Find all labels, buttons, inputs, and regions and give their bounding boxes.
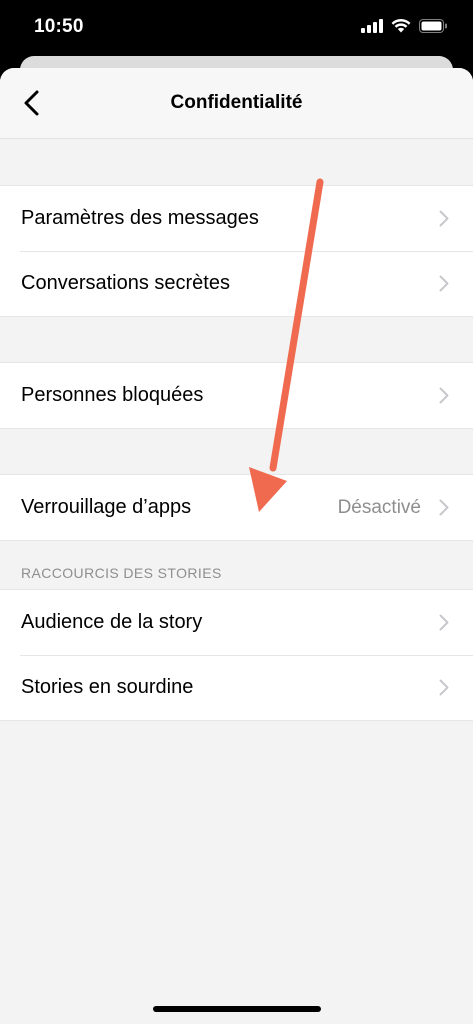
row-label: Stories en sourdine: [21, 676, 194, 698]
page-title: Confidentialité: [170, 92, 303, 113]
row-label: Paramètres des messages: [21, 207, 259, 229]
wifi-icon: [391, 18, 411, 33]
blocked-group: Personnes bloquées: [0, 362, 473, 429]
row-story-audience[interactable]: Audience de la story: [0, 590, 473, 655]
row-blocked-people[interactable]: Personnes bloquées: [0, 363, 473, 428]
privacy-screen: Confidentialité Paramètres des messages …: [0, 68, 473, 1024]
chevron-right-icon: [439, 679, 449, 696]
row-message-settings[interactable]: Paramètres des messages: [0, 186, 473, 251]
chevron-right-icon: [439, 210, 449, 227]
row-label: Conversations secrètes: [21, 272, 230, 294]
row-app-lock[interactable]: Verrouillage d’apps Désactivé: [0, 475, 473, 540]
app-lock-group: Verrouillage d’apps Désactivé: [0, 474, 473, 541]
row-label: Verrouillage d’apps: [21, 496, 192, 518]
status-icons: [361, 18, 447, 33]
cellular-signal-icon: [361, 18, 383, 33]
row-label: Audience de la story: [21, 611, 203, 633]
row-value: Désactivé: [337, 496, 421, 518]
row-muted-stories[interactable]: Stories en sourdine: [0, 655, 473, 720]
stories-group: Audience de la story Stories en sourdine: [0, 589, 473, 721]
chevron-right-icon: [439, 614, 449, 631]
row-secret-conversations[interactable]: Conversations secrètes: [0, 251, 473, 316]
status-bar: 10:50: [0, 0, 473, 60]
section-header: RACCOURCIS DES STORIES: [21, 565, 222, 581]
chevron-right-icon: [439, 499, 449, 516]
messages-group: Paramètres des messages Conversations se…: [0, 185, 473, 317]
chevron-right-icon: [439, 275, 449, 292]
chevron-right-icon: [439, 387, 449, 404]
divider: [20, 655, 473, 656]
nav-bar: Confidentialité: [0, 68, 473, 139]
row-label: Personnes bloquées: [21, 384, 204, 406]
home-indicator: [153, 1006, 321, 1012]
battery-icon: [419, 18, 447, 33]
status-time: 10:50: [34, 16, 84, 37]
divider: [20, 251, 473, 252]
